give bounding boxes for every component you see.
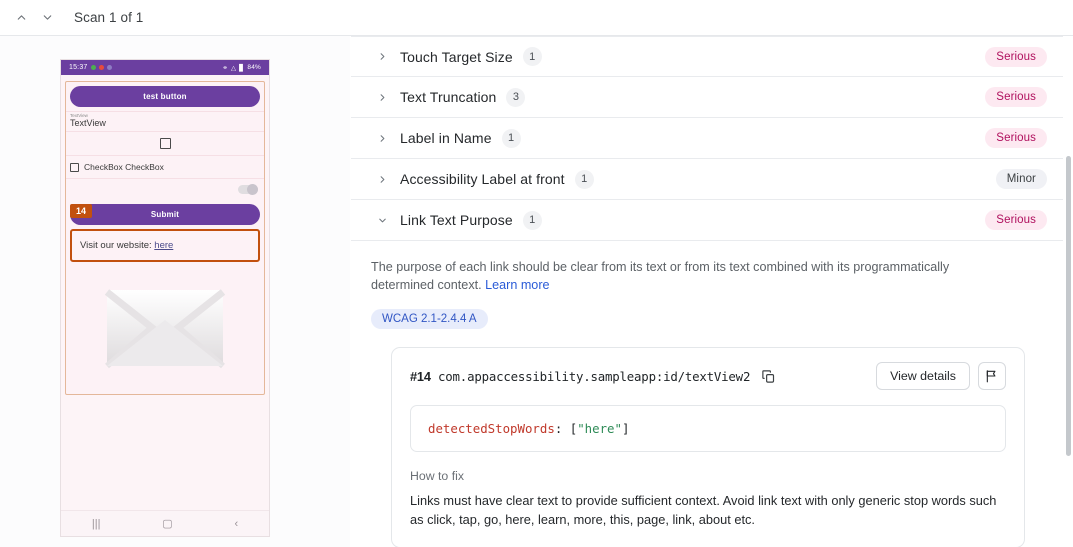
chevron-down-icon [41,11,54,24]
flag-icon [985,369,999,383]
device-screenshot[interactable]: 15:37 ⚭ △ ▊ 84% test button TextView [60,59,270,537]
issues-pane: Touch Target Size 1 Serious Text Truncat… [350,36,1073,547]
screenshot-preview-pane: 15:37 ⚭ △ ▊ 84% test button TextView [0,36,350,547]
app-root-frame: test button TextView TextView CheckBox C… [65,81,265,395]
severity-badge: Serious [985,47,1047,67]
issue-row-accessibility-label-at-front[interactable]: Accessibility Label at front 1 Minor [351,159,1063,200]
code-separator: : [ [555,421,577,436]
wcag-tag: WCAG 2.1-2.4.4 A [371,309,488,329]
issue-title: Touch Target Size [400,49,513,65]
issue-row-text-truncation[interactable]: Text Truncation 3 Serious [351,77,1063,118]
preview-switch-row[interactable] [66,179,264,200]
preview-link-here[interactable]: here [154,240,173,251]
issue-instance-card: #14 com.appaccessibility.sampleapp:id/te… [391,347,1025,547]
preview-textview-value: TextView [66,118,264,131]
issue-count-badge: 1 [523,47,542,66]
issue-count-badge: 1 [575,170,594,189]
element-identifier: #14 com.appaccessibility.sampleapp:id/te… [410,369,750,384]
issue-row-label-in-name[interactable]: Label in Name 1 Serious [351,118,1063,159]
issue-instance-header: #14 com.appaccessibility.sampleapp:id/te… [410,362,1006,390]
element-resource-id: com.appaccessibility.sampleapp:id/textVi… [438,369,750,384]
back-button-icon[interactable]: ‹ [234,518,238,530]
issue-title: Accessibility Label at front [400,171,565,187]
issue-count-badge: 1 [502,129,521,148]
chevron-right-icon [373,133,391,144]
chevron-up-icon [15,11,28,24]
issue-description: The purpose of each link should be clear… [371,258,1011,294]
issue-description-text: The purpose of each link should be clear… [371,260,949,292]
preview-submit-button[interactable]: Submit [70,204,260,225]
scrollbar-thumb[interactable] [1066,156,1071,456]
battery-percent-label: 84% [247,64,261,71]
issue-count-badge: 3 [506,88,525,107]
checkbox-icon[interactable] [160,138,171,149]
issue-title: Label in Name [400,130,492,146]
issue-title: Text Truncation [400,89,496,105]
how-to-fix-label: How to fix [410,469,1006,483]
preview-link-prefix: Visit our website: [80,240,152,251]
device-nav-bar: ||| ▢ ‹ [61,510,269,536]
copy-icon[interactable] [760,368,777,385]
bluetooth-icon: ⚭ [222,64,228,72]
issue-number: #14 [410,369,431,384]
code-close: ] [622,421,629,436]
chevron-right-icon [373,92,391,103]
preview-centered-checkbox-row[interactable] [66,132,264,155]
envelope-icon [101,280,229,372]
preview-submit-wrap: Submit 14 [66,204,264,225]
preview-checkbox-row[interactable]: CheckBox CheckBox [66,156,264,178]
main-content: 15:37 ⚭ △ ▊ 84% test button TextView [0,36,1073,547]
previous-scan-button[interactable] [8,5,34,31]
recents-button-icon[interactable]: ||| [92,518,101,530]
severity-badge: Serious [985,87,1047,107]
top-toolbar: Scan 1 of 1 [0,0,1073,36]
issue-count-badge: 1 [523,211,542,230]
issues-scroll-container: Touch Target Size 1 Serious Text Truncat… [351,36,1073,547]
preview-checkbox-label: CheckBox CheckBox [84,162,164,172]
flag-issue-button[interactable] [978,362,1006,390]
wifi-icon: △ [231,64,236,72]
chevron-right-icon [373,51,391,62]
code-key: detectedStopWords [428,421,555,436]
status-icon-a [91,65,96,70]
issue-marker-badge[interactable]: 14 [70,204,92,218]
how-to-fix-text: Links must have clear text to provide su… [410,491,1006,529]
severity-badge: Serious [985,128,1047,148]
status-icon-b [99,65,104,70]
preview-envelope-area [66,262,264,394]
status-icon-c [107,65,112,70]
device-status-bar: 15:37 ⚭ △ ▊ 84% [61,60,269,75]
issue-title: Link Text Purpose [400,212,513,228]
learn-more-link[interactable]: Learn more [485,278,549,292]
chevron-right-icon [373,174,391,185]
issue-row-touch-target-size[interactable]: Touch Target Size 1 Serious [351,36,1063,77]
issue-detail-panel: The purpose of each link should be clear… [351,241,1063,547]
status-bar-time: 15:37 [69,64,88,71]
preview-test-button[interactable]: test button [70,86,260,107]
code-value: "here" [577,421,622,436]
next-scan-button[interactable] [34,5,60,31]
toggle-switch[interactable] [238,185,258,194]
chevron-down-icon [373,215,391,226]
issue-row-link-text-purpose[interactable]: Link Text Purpose 1 Serious [351,200,1063,241]
view-details-button[interactable]: View details [876,362,970,390]
severity-badge: Minor [996,169,1047,189]
severity-badge: Serious [985,210,1047,230]
home-button-icon[interactable]: ▢ [162,517,172,530]
signal-icon: ▊ [239,64,244,72]
instance-actions: View details [876,362,1006,390]
scan-counter-label: Scan 1 of 1 [74,10,143,25]
detected-values-code-block: detectedStopWords: ["here"] [410,405,1006,452]
checkbox-icon[interactable] [70,163,79,172]
highlighted-link-element[interactable]: Visit our website: here [70,229,260,262]
device-app-body: test button TextView TextView CheckBox C… [61,75,269,401]
